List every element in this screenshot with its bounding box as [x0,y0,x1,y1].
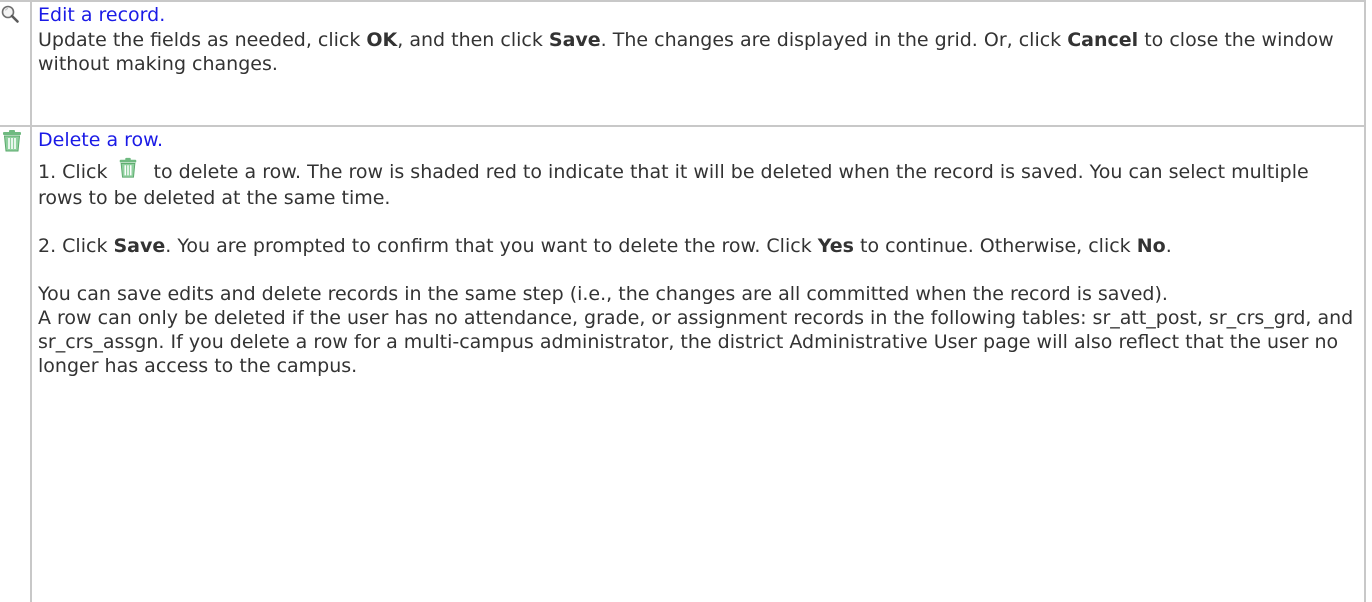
edit-record-link[interactable]: Edit a record. [38,3,1356,28]
save-label: Save [548,29,601,51]
magnifier-icon [0,4,30,26]
delete-step-2: 2. Click Save. You are prompted to confi… [38,235,1172,257]
icon-cell [0,0,32,127]
help-table: Edit a record. Update the fields as need… [0,0,1366,602]
delete-note-1: You can save edits and delete records in… [38,283,1168,305]
table-row-delete: Delete a row. 1. Click to delete a row. … [0,125,1366,602]
delete-text-cell: Delete a row. 1. Click to delete a row. … [30,125,1366,602]
edit-text-cell: Edit a record. Update the fields as need… [30,0,1366,127]
ok-label: OK [366,29,398,51]
trash-icon [0,129,30,153]
delete-step-1: 1. Click to delete a row. The row is sha… [38,156,1356,210]
yes-label: Yes [817,235,854,257]
delete-note-2: A row can only be deleted if the user ha… [38,307,1354,377]
delete-row-link[interactable]: Delete a row. [38,128,1356,156]
icon-cell [0,125,32,602]
cancel-label: Cancel [1067,29,1139,51]
no-label: No [1136,235,1166,257]
edit-description: Update the fields as needed, click OK, a… [38,29,1334,75]
inline-trash-icon [117,156,139,186]
table-row-edit: Edit a record. Update the fields as need… [0,0,1366,127]
save-label: Save [113,235,166,257]
